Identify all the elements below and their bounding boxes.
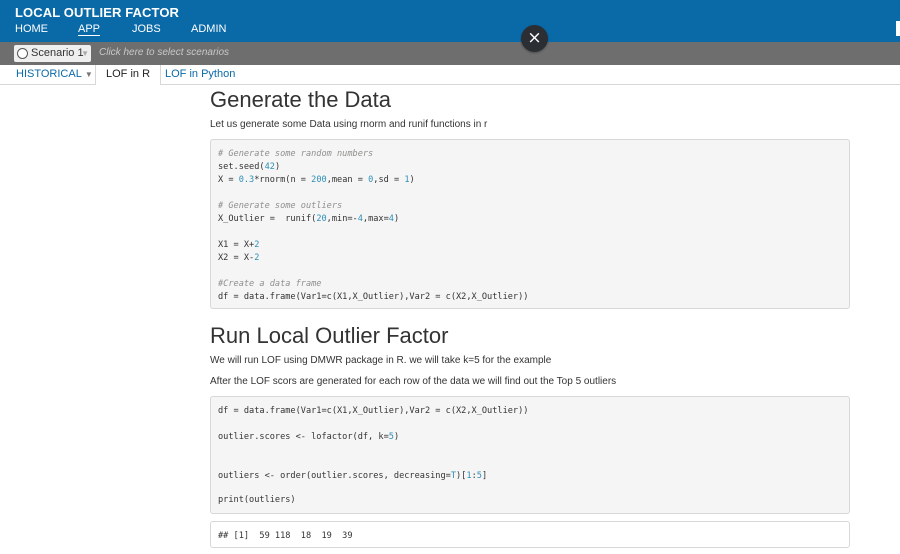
code-line: df = data.frame(Var1=c(X1,X_Outlier),Var…: [218, 406, 529, 416]
section-para-2: After the LOF scors are generated for ea…: [210, 376, 617, 387]
tab-historical[interactable]: HISTORICAL ▼: [16, 65, 93, 84]
code-line: df = data.frame(Var1=c(X1,X_Outlier),Var…: [218, 292, 529, 302]
nav-admin[interactable]: ADMIN: [191, 23, 226, 35]
code-line: outliers <- order(outlier.scores, decrea…: [218, 471, 488, 481]
nav-home[interactable]: HOME: [15, 23, 48, 35]
code-line: set.seed(42): [218, 162, 281, 172]
section-intro: Let us generate some Data using rnorm an…: [210, 119, 488, 130]
output-line: ## [1] 59 118 18 19 39: [218, 531, 353, 541]
radio-icon: [17, 48, 28, 59]
section-title-generate: Generate the Data: [210, 87, 392, 112]
top-header: LOCAL OUTLIER FACTOR HOME APP JOBS ADMIN: [0, 0, 900, 42]
code-block-generate: # Generate some random numbers set.seed(…: [210, 139, 850, 309]
code-block-run-lof: df = data.frame(Var1=c(X1,X_Outlier),Var…: [210, 396, 850, 514]
close-button[interactable]: ×: [521, 25, 548, 52]
tab-lof-in-r[interactable]: LOF in R: [95, 65, 162, 85]
code-line: # Generate some outliers: [218, 201, 343, 211]
nav-app[interactable]: APP: [78, 23, 100, 35]
caret-down-icon: ▼: [84, 70, 93, 79]
code-line: X2 = X-2: [218, 253, 260, 263]
chevron-down-icon: ▼: [81, 49, 89, 58]
code-line: X_Outlier = runif(20,min=-4,max=4): [218, 214, 400, 224]
nav-jobs[interactable]: JOBS: [132, 23, 161, 35]
scenario-bar: Scenario 1 ▼ Click here to select scenar…: [0, 42, 900, 65]
section-title-run-lof: Run Local Outlier Factor: [210, 323, 449, 348]
close-icon: ×: [527, 28, 542, 48]
code-line: #Create a data frame: [218, 279, 322, 289]
tab-historical-label: HISTORICAL: [16, 68, 82, 80]
code-line: print(outliers): [218, 495, 296, 505]
scenario-search-input[interactable]: Click here to select scenarios: [99, 47, 229, 58]
code-line: outlier.scores <- lofactor(df, k=5): [218, 432, 400, 442]
code-line: X1 = X+2: [218, 240, 260, 250]
code-output: ## [1] 59 118 18 19 39: [210, 521, 850, 548]
tab-bar: HISTORICAL ▼ LOF in R LOF in Python: [0, 65, 900, 85]
app-title: LOCAL OUTLIER FACTOR: [15, 5, 180, 20]
code-line: X = 0.3*rnorm(n = 200,mean = 0,sd = 1): [218, 175, 415, 185]
header-edge: [896, 21, 900, 36]
scenario-selected-label: Scenario 1: [31, 47, 84, 59]
section-para-1: We will run LOF using DMWR package in R.…: [210, 355, 552, 366]
scenario-select[interactable]: Scenario 1 ▼: [14, 45, 91, 62]
code-line: # Generate some random numbers: [218, 149, 374, 159]
tab-lof-in-python[interactable]: LOF in Python: [165, 65, 235, 84]
